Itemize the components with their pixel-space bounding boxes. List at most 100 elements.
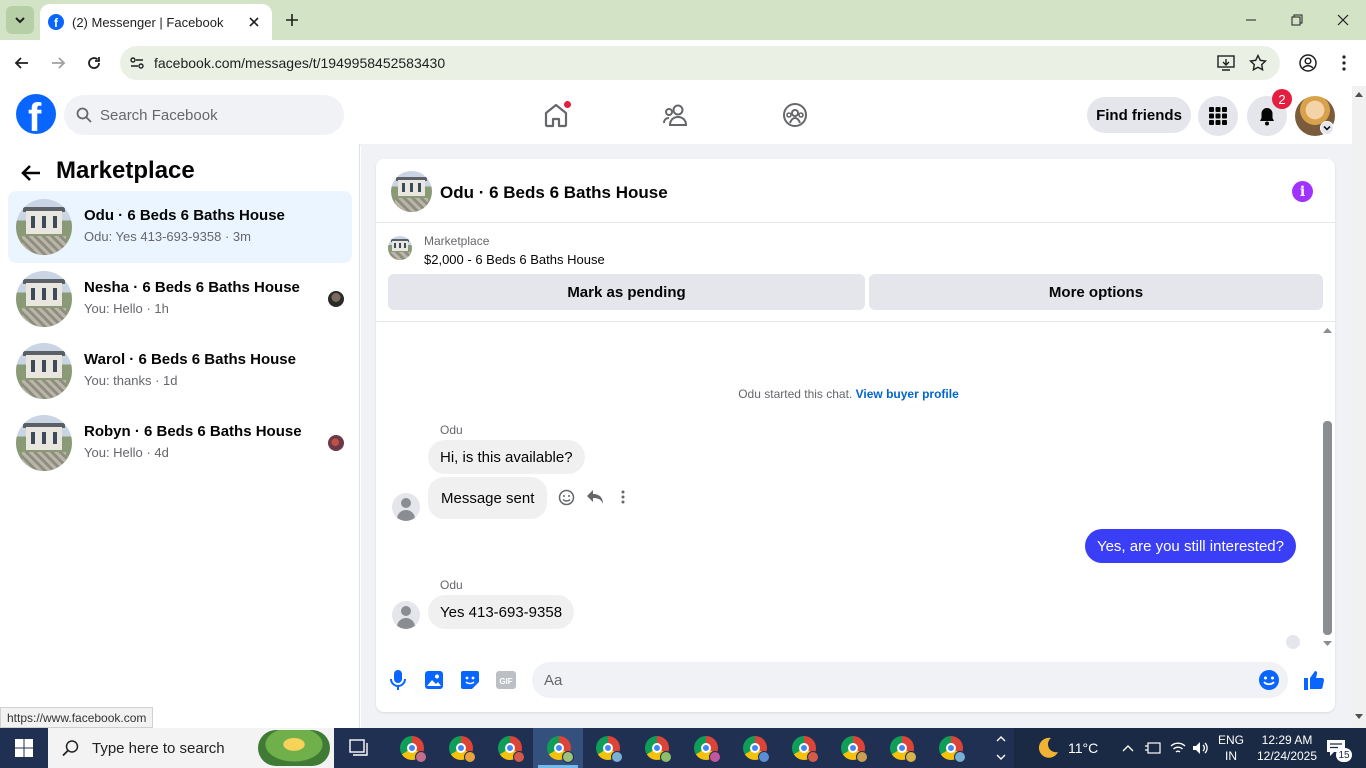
facebook-logo[interactable]: f (16, 94, 56, 134)
tab-search-button[interactable] (6, 6, 34, 34)
incoming-message[interactable]: Message sent (428, 477, 548, 519)
clock[interactable]: 12:29 AM 12/24/2025 (1250, 728, 1324, 768)
menu-button[interactable] (1198, 96, 1238, 136)
volume-icon[interactable] (1192, 728, 1210, 768)
facebook-header: f Find friends (0, 86, 1352, 144)
listing-thumbnail[interactable] (388, 236, 412, 260)
start-button[interactable] (0, 728, 48, 768)
reply-button[interactable] (584, 486, 606, 508)
chrome-taskbar-icon[interactable] (400, 736, 427, 763)
voice-clip-button[interactable] (384, 666, 412, 694)
chrome-taskbar-icon[interactable] (792, 736, 819, 763)
message-composer: GIF (376, 655, 1335, 712)
view-buyer-profile-link[interactable]: View buyer profile (856, 387, 959, 401)
scroll-up-icon (1323, 328, 1332, 333)
sticker-button[interactable] (456, 666, 484, 694)
install-app-icon[interactable] (1214, 51, 1238, 75)
show-hidden-icons-button[interactable] (1122, 728, 1134, 768)
chrome-taskbar-icon[interactable] (939, 736, 966, 763)
emoji-icon (1259, 670, 1279, 690)
chrome-taskbar-icon[interactable] (645, 736, 672, 763)
message-scrollbar[interactable] (1320, 323, 1335, 653)
facebook-search-input[interactable] (100, 106, 320, 124)
restore-button[interactable] (1274, 0, 1320, 40)
language-indicator[interactable]: ENG IN (1218, 728, 1244, 768)
chrome-taskbar-icon[interactable] (841, 736, 868, 763)
sender-avatar[interactable] (392, 493, 420, 521)
notification-center-button[interactable]: 15 (1326, 728, 1352, 768)
like-button[interactable] (1300, 666, 1328, 694)
outgoing-message[interactable]: Yes, are you still interested? (1084, 529, 1296, 563)
sender-avatar[interactable] (392, 601, 420, 629)
battery-icon[interactable] (1144, 728, 1162, 768)
attach-photo-button[interactable] (420, 666, 448, 694)
moon-icon (1038, 737, 1058, 758)
grid-menu-icon (1209, 107, 1227, 125)
chrome-taskbar-icon[interactable] (596, 736, 623, 763)
facebook-search-box[interactable] (64, 95, 344, 135)
back-button[interactable] (8, 49, 36, 77)
listing-price-title[interactable]: $2,000 - 6 Beds 6 Baths House (424, 252, 605, 267)
address-bar[interactable]: facebook.com/messages/t/1949958452583430 (120, 46, 1280, 80)
site-info-icon[interactable] (120, 55, 154, 71)
incoming-message[interactable]: Yes 413-693-9358 (428, 595, 575, 629)
message-sender: Odu (440, 423, 463, 437)
conversation-item[interactable]: Nesha · 6 Beds 6 Baths House You: Hello … (8, 263, 352, 335)
nav-friends[interactable] (656, 96, 696, 134)
task-view-button[interactable] (346, 736, 372, 760)
weather-widget[interactable]: 11°C (1036, 728, 1098, 768)
chrome-taskbar-icon[interactable] (498, 736, 525, 763)
back-button[interactable] (16, 158, 46, 188)
window-close-button[interactable] (1320, 0, 1366, 40)
scrollbar-thumb[interactable] (1323, 421, 1332, 635)
reload-button[interactable] (80, 49, 108, 77)
page-scrollbar[interactable] (1352, 86, 1366, 728)
chrome-taskbar-icon[interactable] (449, 736, 476, 763)
bookmark-star-icon[interactable] (1246, 51, 1270, 75)
profile-button[interactable] (1294, 49, 1322, 77)
taskbar-search-box[interactable]: Type here to search (48, 728, 334, 768)
conversation-item[interactable]: Robyn · 6 Beds 6 Baths House You: Hello … (8, 407, 352, 479)
incoming-message[interactable]: Hi, is this available? (428, 440, 585, 474)
mark-as-pending-button[interactable]: Mark as pending (388, 274, 865, 310)
tab-title: (2) Messenger | Facebook (72, 14, 224, 30)
clock-time: 12:29 AM (1261, 733, 1313, 747)
more-options-button[interactable]: More options (869, 274, 1323, 310)
emoji-button[interactable] (1258, 669, 1280, 696)
find-friends-button[interactable]: Find friends (1087, 97, 1191, 133)
react-button[interactable] (555, 486, 577, 508)
conversation-item[interactable]: Warol · 6 Beds 6 Baths House You: thanks… (8, 335, 352, 407)
windows-logo-icon (15, 739, 33, 757)
message-input[interactable] (544, 671, 1244, 689)
chat-header: Odu · 6 Beds 6 Baths House i (376, 159, 1335, 223)
minimize-button[interactable] (1228, 0, 1274, 40)
chat-title[interactable]: Odu · 6 Beds 6 Baths House (440, 183, 668, 203)
read-receipt-avatar (1286, 635, 1300, 649)
chrome-taskbar-icon[interactable] (890, 736, 917, 763)
wifi-icon[interactable] (1170, 728, 1186, 768)
forward-button[interactable] (44, 49, 72, 77)
browser-menu-button[interactable] (1330, 49, 1358, 77)
listing-thumbnail[interactable] (391, 171, 432, 212)
nav-home[interactable] (536, 96, 576, 134)
new-tab-button[interactable] (280, 8, 304, 32)
nav-groups[interactable] (775, 96, 815, 134)
chrome-taskbar-icon-active[interactable] (547, 736, 574, 763)
thumbs-up-icon (1304, 671, 1325, 690)
chrome-taskbar-icon[interactable] (694, 736, 721, 763)
listing-thumbnail (16, 199, 72, 255)
taskbar-scroll-arrows[interactable] (996, 728, 1006, 768)
conversation-snippet: You: Hello · 1h (84, 301, 169, 316)
info-icon[interactable]: i (1292, 181, 1313, 202)
bell-icon (1260, 108, 1274, 126)
browser-tab[interactable]: f (2) Messenger | Facebook (40, 4, 272, 40)
message-input-box[interactable] (532, 662, 1288, 698)
conversation-item[interactable]: Odu · 6 Beds 6 Baths House Odu: Yes 413-… (8, 191, 352, 263)
account-caret[interactable] (1320, 121, 1334, 135)
gif-button[interactable]: GIF (492, 666, 520, 694)
chrome-taskbar-icon[interactable] (743, 736, 770, 763)
notifications-badge: 2 (1272, 89, 1292, 109)
smiley-icon (558, 489, 574, 505)
message-more-button[interactable] (612, 486, 634, 508)
tab-close-button[interactable] (244, 12, 264, 32)
